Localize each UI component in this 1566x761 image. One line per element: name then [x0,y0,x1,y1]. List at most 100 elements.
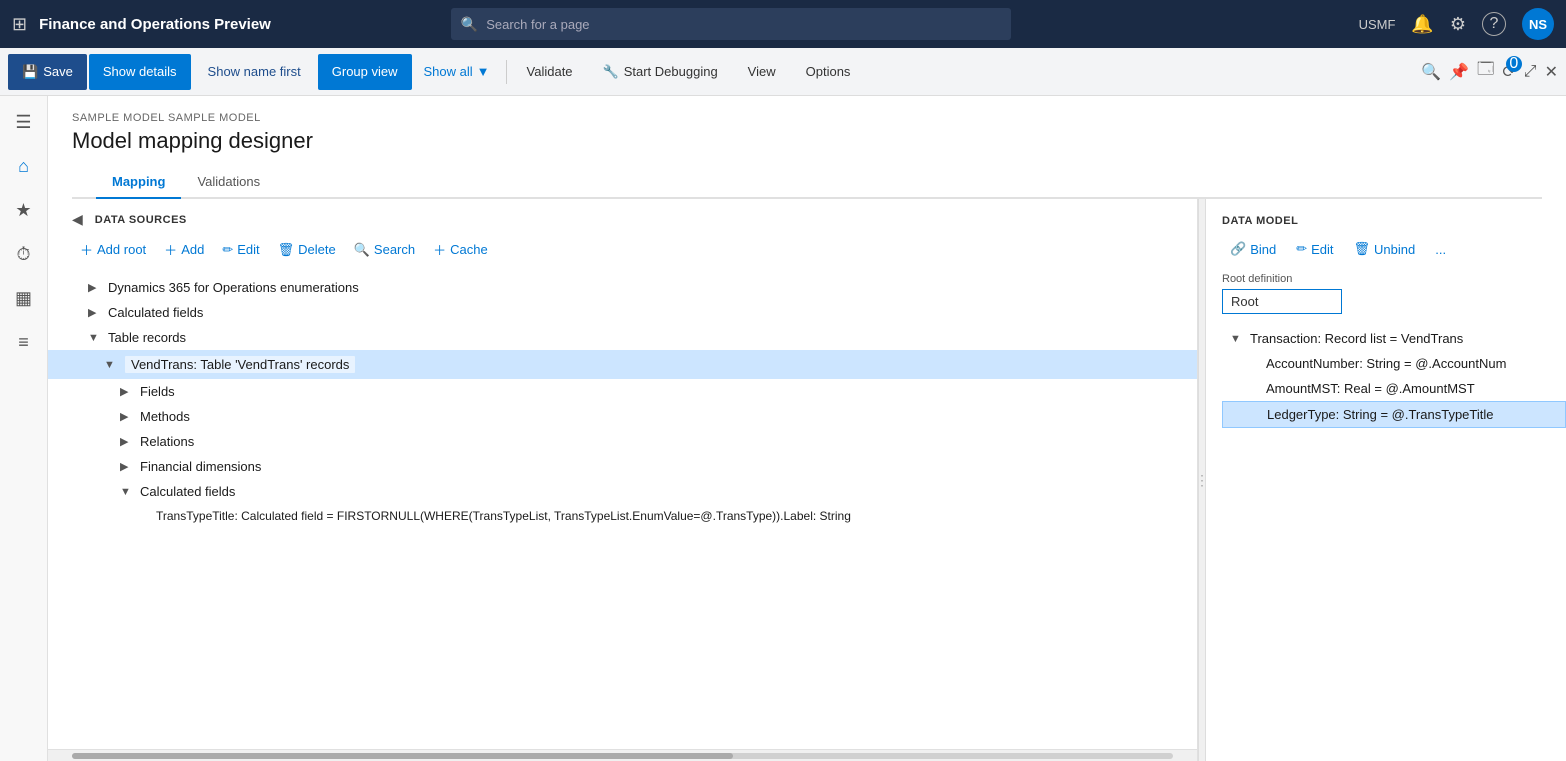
options-button[interactable]: Options [792,54,865,90]
settings-icon[interactable]: ⚙ [1450,14,1466,35]
tree-label-fields: Fields [140,384,175,399]
dm-section-title: DATA MODEL [1222,215,1550,227]
help-icon[interactable]: ? [1482,12,1506,36]
edit-dm-button[interactable]: ✏ Edit [1288,237,1341,261]
dm-toolbar: 🔗 Bind ✏ Edit 🗑 Unbind ... [1222,237,1550,261]
notification-icon[interactable]: 🔔 [1411,14,1433,35]
ds-tree: ▶ Dynamics 365 for Operations enumeratio… [48,271,1197,749]
tab-validations[interactable]: Validations [181,166,276,199]
edit-ds-button[interactable]: ✏ Edit [214,238,267,262]
dm-label-transaction: Transaction: Record list = VendTrans [1250,331,1463,346]
cache-button[interactable]: ＋ Cache [425,236,496,263]
tree-label-transtypetitle: TransTypeTitle: Calculated field = FIRST… [156,509,851,523]
dm-item-accountnumber[interactable]: AccountNumber: String = @.AccountNum [1222,351,1566,376]
plus-icon: ＋ [80,240,93,259]
validate-button[interactable]: Validate [513,54,587,90]
dm-item-amountmst[interactable]: AmountMST: Real = @.AmountMST [1222,376,1566,401]
add-root-button[interactable]: ＋ Add root [72,236,154,263]
bind-icon: 🔗 [1230,241,1246,257]
tree-item-tablerecords[interactable]: ▼ Table records [48,325,1197,350]
root-def-label: Root definition [1222,273,1550,285]
top-nav-right: USMF 🔔 ⚙ ? NS [1359,8,1554,40]
tree-label-vendtrans: VendTrans: Table 'VendTrans' records [124,355,356,374]
breadcrumb: SAMPLE MODEL SAMPLE MODEL [72,112,1542,124]
sidebar-item-hamburger[interactable]: ☰ [6,104,42,140]
tree-item-vendtrans[interactable]: ▼ VendTrans: Table 'VendTrans' records [48,350,1197,379]
delete-icon: 🗑 [278,242,295,258]
save-button[interactable]: 💾 Save [8,54,87,90]
avatar[interactable]: NS [1522,8,1554,40]
tree-item-findims[interactable]: ▶ Financial dimensions [48,454,1197,479]
arrow-tablerecords: ▼ [88,332,102,344]
sidebar-item-workspaces[interactable]: ▦ [6,280,42,316]
arrow-fields: ▶ [120,385,134,398]
arrow-calcfields: ▶ [88,306,102,319]
show-details-button[interactable]: Show details [89,54,191,90]
datamodel-panel: DATA MODEL 🔗 Bind ✏ Edit 🗑 Unbind [1206,199,1566,761]
chevron-down-icon: ▼ [477,64,490,79]
delete-ds-button[interactable]: 🗑 Delete [270,238,344,262]
sidebar-item-favorites[interactable]: ★ [6,192,42,228]
toolbar-close-icon[interactable]: ✕ [1545,62,1558,82]
horizontal-scrollbar[interactable] [48,749,1197,761]
left-sidebar: ☰ ⌂ ★ ⏱ ▦ ≡ [0,96,48,761]
tree-item-dyn365[interactable]: ▶ Dynamics 365 for Operations enumeratio… [48,275,1197,300]
dm-label-ledgertype: LedgerType: String = @.TransTypeTitle [1267,407,1493,422]
sidebar-item-home[interactable]: ⌂ [6,148,42,184]
edit-dm-icon: ✏ [1296,241,1307,257]
toolbar-right-icons: 🔍 📌 🗔 ⟳ 0 ⤢ ✕ [1421,58,1558,85]
tree-item-transtypetitle[interactable]: TransTypeTitle: Calculated field = FIRST… [48,504,1197,528]
dm-item-transaction[interactable]: ▼ Transaction: Record list = VendTrans [1222,326,1566,351]
ds-collapse-icon[interactable]: ◀ [72,211,83,228]
tree-item-relations[interactable]: ▶ Relations [48,429,1197,454]
more-button[interactable]: ... [1427,238,1454,261]
group-view-button[interactable]: Group view [318,54,412,90]
bind-button[interactable]: 🔗 Bind [1222,237,1284,261]
search-input[interactable] [486,17,1001,32]
add-icon: ＋ [164,240,177,259]
unbind-button[interactable]: 🗑 Unbind [1346,237,1424,261]
tree-item-calcfields[interactable]: ▶ Calculated fields [48,300,1197,325]
arrow-calcfields2: ▼ [120,486,134,498]
search-box[interactable]: 🔍 [451,8,1011,40]
sidebar-item-recent[interactable]: ⏱ [6,236,42,272]
cache-icon: ＋ [433,240,446,259]
search-icon: 🔍 [461,16,478,33]
panel-divider[interactable]: ⋮ [1198,199,1206,761]
toolbar-search-icon[interactable]: 🔍 [1421,62,1441,82]
toolbar-badge-btn[interactable]: ⟳ 0 [1502,62,1515,82]
scroll-thumb [72,753,733,759]
toolbar-separator-1 [506,60,507,84]
dm-item-ledgertype[interactable]: LedgerType: String = @.TransTypeTitle [1222,401,1566,428]
save-icon: 💾 [22,64,38,80]
toolbar-pin-icon[interactable]: 📌 [1449,62,1469,82]
page-title: Model mapping designer [72,128,1542,154]
tree-label-calcfields: Calculated fields [108,305,203,320]
tab-mapping[interactable]: Mapping [96,166,181,199]
grid-icon[interactable]: ⊞ [12,14,27,35]
arrow-methods: ▶ [120,410,134,423]
show-all-button[interactable]: Show all ▼ [414,64,500,79]
ds-toolbar: ＋ Add root ＋ Add ✏ Edit 🗑 Delete [48,228,1197,271]
show-name-first-button[interactable]: Show name first [193,54,316,90]
arrow-dyn365: ▶ [88,281,102,294]
tree-item-methods[interactable]: ▶ Methods [48,404,1197,429]
root-definition: Root definition Root [1222,273,1550,314]
debug-icon: 🔧 [603,64,619,80]
app-title: Finance and Operations Preview [39,16,271,33]
toolbar-panel-icon[interactable]: 🗔 [1477,58,1494,85]
dm-header: DATA MODEL 🔗 Bind ✏ Edit 🗑 Unbind [1206,199,1566,322]
start-debugging-button[interactable]: 🔧 Start Debugging [589,54,732,90]
view-button[interactable]: View [734,54,790,90]
split-panel: ◀ DATA SOURCES ＋ Add root ＋ Add ✏ Ed [48,199,1566,761]
add-button[interactable]: ＋ Add [156,236,212,263]
tree-label-tablerecords: Table records [108,330,186,345]
tree-item-fields[interactable]: ▶ Fields [48,379,1197,404]
tree-item-calcfields2[interactable]: ▼ Calculated fields [48,479,1197,504]
search-ds-icon: 🔍 [354,242,370,258]
search-ds-button[interactable]: 🔍 Search [346,238,423,262]
toolbar-expand-icon[interactable]: ⤢ [1524,63,1537,81]
sidebar-item-list[interactable]: ≡ [6,324,42,360]
datasources-panel: ◀ DATA SOURCES ＋ Add root ＋ Add ✏ Ed [48,199,1198,761]
scroll-track [72,753,1173,759]
